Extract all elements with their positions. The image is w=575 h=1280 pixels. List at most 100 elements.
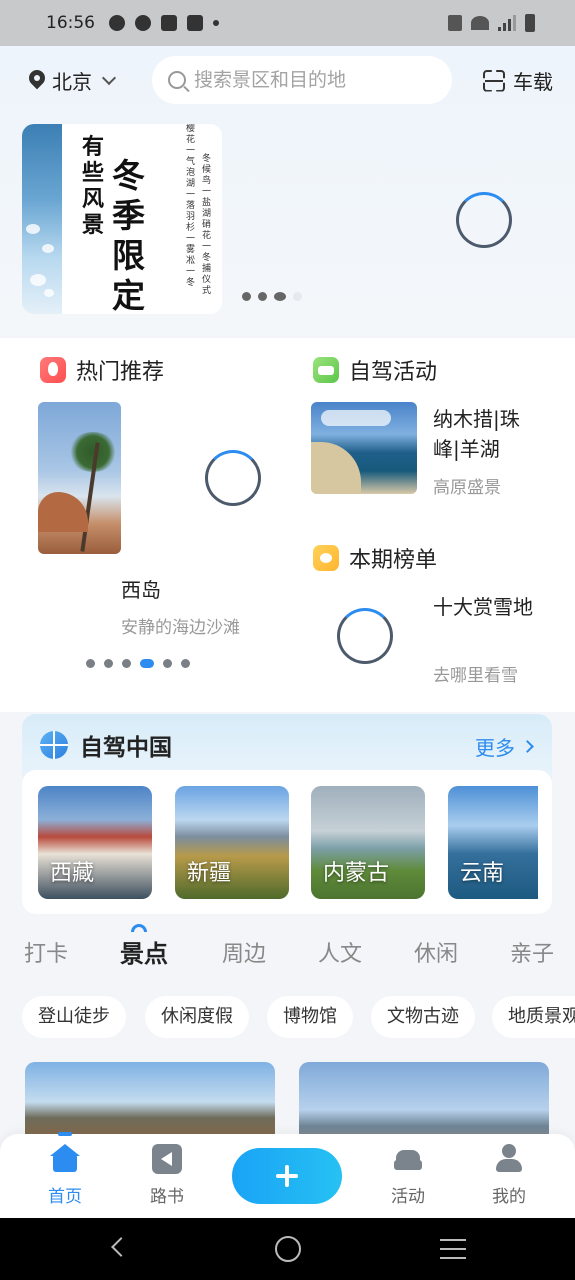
- nav-roadbook-label: 路书: [150, 1187, 184, 1207]
- chip-hiking[interactable]: 登山徒步: [22, 996, 126, 1038]
- location-pin-icon: [28, 70, 46, 92]
- banner-poem-line: 冬候鸟一盐湖硝花一冬捕仪式: [202, 154, 212, 296]
- nav-roadbook[interactable]: 路书: [132, 1144, 202, 1207]
- attraction-card-image[interactable]: [299, 1062, 549, 1142]
- recent-apps-icon[interactable]: [440, 1239, 466, 1259]
- profile-icon: [494, 1144, 524, 1174]
- region-card[interactable]: 新疆: [175, 786, 289, 899]
- chip-heritage[interactable]: 文物古迹: [371, 996, 475, 1038]
- crown-icon: [313, 545, 339, 571]
- tab-culture[interactable]: 人文: [318, 936, 362, 968]
- banner-poem-line: 樱花一气泡湖一落羽杉一雾凇一冬: [186, 124, 196, 288]
- drive-event-header[interactable]: 自驾活动: [313, 354, 437, 386]
- region-card[interactable]: 云南: [448, 786, 538, 899]
- region-card[interactable]: 内蒙古: [311, 786, 425, 899]
- hot-pagination: [86, 659, 190, 668]
- chip-museum[interactable]: 博物馆: [267, 996, 353, 1038]
- page-dot-active: [274, 292, 286, 301]
- ranking-header[interactable]: 本期榜单: [313, 542, 437, 574]
- tab-family[interactable]: 亲子: [510, 936, 554, 968]
- system-nav-bar: [0, 1218, 575, 1280]
- search-input[interactable]: [194, 69, 434, 91]
- notification-icons: [109, 15, 219, 31]
- create-plus-button[interactable]: [232, 1148, 342, 1204]
- system-icons: [448, 14, 535, 32]
- attraction-card-image[interactable]: [25, 1062, 275, 1142]
- tab-nearby[interactable]: 周边: [222, 936, 266, 968]
- region-name: 云南: [460, 861, 505, 886]
- signal-icon: [498, 15, 516, 31]
- home-circle-icon[interactable]: [275, 1236, 301, 1262]
- region-name: 新疆: [187, 861, 232, 886]
- page-dot: [122, 659, 131, 668]
- roadbook-icon: [152, 1144, 182, 1174]
- china-drive-header: 自驾中国: [40, 728, 172, 762]
- nav-profile[interactable]: 我的: [474, 1144, 544, 1207]
- china-drive-card: 自驾中国 更多 西藏 新疆 内蒙古 云南: [22, 714, 552, 914]
- drive-event-image[interactable]: [311, 402, 417, 494]
- banner-pagination: [242, 292, 302, 301]
- more-link[interactable]: 更多: [475, 732, 534, 761]
- page-dot: [258, 292, 267, 301]
- category-tabs: 打卡 景点 周边 人文 休闲 亲子: [0, 930, 575, 974]
- ranking-item-title[interactable]: 十大赏雪地: [433, 592, 543, 622]
- city-name: 北京: [52, 70, 92, 94]
- bag-icon: [187, 15, 203, 31]
- region-name: 内蒙古: [323, 861, 390, 886]
- nav-profile-label: 我的: [492, 1187, 526, 1207]
- china-drive-title: 自驾中国: [80, 735, 172, 761]
- hot-section-header[interactable]: 热门推荐: [40, 354, 164, 386]
- tab-attractions[interactable]: 景点: [120, 934, 168, 969]
- hot-item-image[interactable]: [38, 402, 121, 554]
- banner-headline-small: 有些风景: [82, 134, 105, 238]
- banner-slide[interactable]: 有些风景 冬季限定 樱花一气泡湖一落羽杉一雾凇一冬 冬候鸟一盐湖硝花一冬捕仪式: [22, 124, 222, 314]
- nav-home[interactable]: 首页: [30, 1144, 100, 1207]
- bag-icon: [161, 15, 177, 31]
- scan-icon: [483, 70, 505, 92]
- banner-headline-big: 冬季限定: [112, 156, 145, 314]
- hot-item-title[interactable]: 西岛: [121, 574, 161, 603]
- banner-ice-image: [22, 124, 62, 314]
- page-dot: [293, 292, 302, 301]
- city-selector[interactable]: 北京: [28, 66, 117, 95]
- car-mode-button[interactable]: 车载: [483, 66, 553, 95]
- more-label: 更多: [475, 736, 515, 760]
- drive-event-title: 自驾活动: [349, 360, 438, 385]
- nav-home-label: 首页: [48, 1187, 82, 1207]
- car-icon: [393, 1144, 423, 1174]
- banner-loading-spinner: [456, 192, 512, 248]
- car-mode-label: 车载: [513, 70, 553, 94]
- active-nav-indicator: [58, 1132, 72, 1136]
- status-bar: 16:56: [0, 0, 575, 46]
- page-dot: [104, 659, 113, 668]
- search-bar[interactable]: [152, 56, 452, 104]
- chevron-right-icon: [521, 740, 534, 753]
- region-list: 西藏 新疆 内蒙古 云南: [22, 770, 552, 914]
- region-name: 西藏: [50, 861, 95, 886]
- fire-icon: [40, 357, 66, 383]
- more-dot-icon: [213, 20, 219, 26]
- page-dot: [181, 659, 190, 668]
- ranking-loading-spinner: [337, 608, 393, 664]
- hot-section-title: 热门推荐: [76, 360, 165, 385]
- bottom-nav: 首页 路书 活动 我的: [0, 1132, 575, 1218]
- page-dot-active: [140, 659, 154, 668]
- drive-event-item-title[interactable]: 纳木措|珠峰|羊湖: [433, 404, 543, 464]
- nav-activities[interactable]: 活动: [373, 1144, 443, 1207]
- ranking-title: 本期榜单: [349, 548, 438, 573]
- tab-checkin[interactable]: 打卡: [24, 936, 68, 968]
- back-icon[interactable]: [111, 1237, 131, 1257]
- wifi-icon: [471, 16, 489, 30]
- ranking-item-subtitle: 去哪里看雪: [433, 666, 518, 686]
- nav-activities-label: 活动: [391, 1187, 425, 1207]
- tab-leisure[interactable]: 休闲: [414, 936, 458, 968]
- settings-icon: [109, 15, 125, 31]
- page-dot: [86, 659, 95, 668]
- top-area: 北京 车载 有些风景 冬季限定 樱花一气泡湖一落羽杉一雾凇一冬 冬候鸟一盐湖硝花…: [0, 46, 575, 336]
- region-card[interactable]: 西藏: [38, 786, 152, 899]
- status-time: 16:56: [46, 13, 95, 33]
- chip-geology[interactable]: 地质景观: [492, 996, 575, 1038]
- app-notification-icon: [135, 15, 151, 31]
- globe-icon: [40, 731, 68, 759]
- chip-vacation[interactable]: 休闲度假: [145, 996, 249, 1038]
